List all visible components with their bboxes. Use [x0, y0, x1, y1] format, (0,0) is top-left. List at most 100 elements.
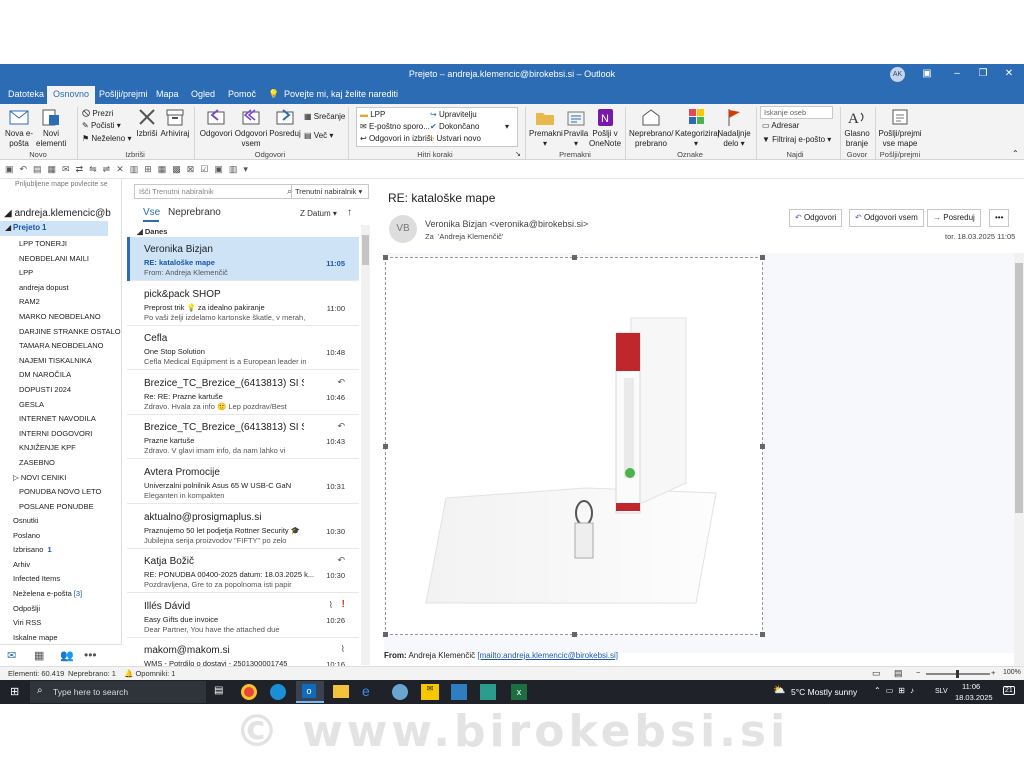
zoom-out-icon[interactable]: − — [916, 668, 920, 677]
folder-item[interactable]: LPP — [19, 268, 33, 277]
reply-action-button[interactable]: ↶ Odgovori — [789, 209, 843, 227]
sort-dropdown[interactable]: Z Datum ▾ — [300, 209, 337, 218]
tab-folder[interactable]: Mapa — [156, 89, 179, 99]
language-indicator[interactable]: SLV — [935, 688, 948, 695]
search-box[interactable]: Išči Trenutni nabiralnik ⌕ — [134, 184, 301, 199]
clean-up-button[interactable]: ✎ Počisti ▾ — [82, 121, 121, 130]
dialog-launcher-icon[interactable]: ↘ — [515, 150, 521, 158]
inbox-folder[interactable]: ◢ Prejeto 1 — [0, 221, 108, 236]
resize-handle[interactable] — [760, 444, 765, 449]
sender-name[interactable]: Veronika Bizjan <veronika@birokebsi.si> — [425, 219, 588, 229]
edge-icon[interactable] — [270, 684, 286, 700]
ribbon-display-icon[interactable]: ▣ — [920, 68, 934, 79]
outlook-taskbar-button[interactable]: o — [296, 681, 324, 703]
account-avatar[interactable]: AK — [890, 67, 905, 82]
resize-handle[interactable] — [383, 632, 388, 637]
clock-date[interactable]: 18.03.2025 — [955, 693, 993, 702]
folder-item[interactable]: MARKO NEOBDELANO — [19, 312, 101, 321]
quickstep-manager[interactable]: ↪ Upravitelju — [430, 110, 477, 119]
quickstep-done[interactable]: ✔ Dokončano — [430, 122, 479, 131]
app-window-icon[interactable] — [451, 684, 467, 700]
minimize-icon[interactable]: – — [950, 68, 964, 79]
ignore-button[interactable]: 🛇 Prezri — [82, 108, 113, 122]
folder-item[interactable]: ▷ NOVI CENIKI — [13, 473, 66, 482]
close-icon[interactable]: ✕ — [1002, 68, 1016, 79]
folder-item[interactable]: INTERNET NAVODILA — [19, 414, 96, 423]
folder-item[interactable]: ZASEBNO — [19, 458, 55, 467]
folder-item[interactable]: Poslano — [13, 531, 40, 540]
more-actions-button[interactable]: ••• — [989, 209, 1010, 227]
normal-view-icon[interactable]: ▭ — [872, 668, 881, 679]
tell-me-box[interactable]: Povejte mi, kaj želite narediti — [284, 89, 398, 99]
tab-file[interactable]: Datoteka — [8, 89, 44, 99]
scrollbar-thumb[interactable] — [362, 235, 369, 265]
folder-item[interactable]: Infected Items — [13, 574, 60, 583]
folder-item[interactable]: Odpošlji — [13, 604, 40, 613]
tab-view[interactable]: Ogled — [191, 89, 215, 99]
zoom-slider[interactable] — [926, 670, 990, 678]
zoom-in-icon[interactable]: + — [991, 668, 995, 677]
message-row[interactable]: aktualno@prosigmaplus.si Praznujemo 50 le… — [127, 505, 359, 549]
delete-button[interactable]: Izbriši — [135, 107, 159, 139]
folder-item[interactable]: TAMARA NEOBDELANO — [19, 341, 103, 350]
reply-all-action-button[interactable]: ↶ Odgovori vsem — [849, 209, 924, 227]
new-items-button[interactable]: Novi elementi — [36, 107, 66, 149]
message-row[interactable]: Avtera Promocije Univerzalni polnilnik As… — [127, 460, 359, 504]
filter-email-button[interactable]: ▼ Filtriraj e-pošto ▾ — [762, 135, 831, 144]
tab-help[interactable]: Pomoč — [228, 89, 256, 99]
quickstep-create-new[interactable]: ϟ Ustvari novo — [430, 134, 481, 143]
folder-item[interactable]: Viri RSS — [13, 618, 41, 627]
folder-item[interactable]: RAM2 — [19, 297, 40, 306]
gallery-more-icon[interactable]: ▾ — [505, 122, 509, 131]
zoom-slider-thumb[interactable] — [956, 670, 959, 678]
tab-home[interactable]: Osnovno — [47, 86, 96, 104]
folder-item[interactable]: NAJEMI TISKALNIKA — [19, 356, 92, 365]
product-image[interactable] — [383, 255, 765, 637]
reading-view-icon[interactable]: ▤ — [894, 668, 903, 679]
quickstep-lpp[interactable]: ▬ LPP — [360, 110, 385, 119]
folder-item[interactable]: Neželena e-pošta [3] — [13, 589, 82, 598]
app-window-icon-2[interactable] — [480, 684, 496, 700]
meeting-button[interactable]: ▦ Srečanje — [304, 112, 345, 121]
notification-center-icon[interactable]: 21 — [1003, 686, 1015, 695]
folder-item[interactable]: DARJINE STRANKE OSTALO — [19, 327, 121, 336]
message-row[interactable]: Brezice_TC_Brezice_(6413813) SI Slo... Re… — [127, 371, 359, 415]
folder-item[interactable]: GESLA — [19, 400, 44, 409]
folder-item[interactable]: DOPUSTI 2024 — [19, 385, 71, 394]
people-module-icon[interactable]: 👥 — [60, 649, 74, 662]
quickstep-email-manager[interactable]: ✉ E-poštno sporo... — [360, 122, 430, 131]
resize-handle[interactable] — [760, 632, 765, 637]
search-input[interactable]: Išči Trenutni nabiralnik — [139, 187, 214, 196]
unread-read-button[interactable]: Neprebrano/ prebrano — [629, 107, 673, 149]
read-aloud-button[interactable]: A Glasno branje — [843, 107, 871, 149]
mail-module-icon[interactable]: ✉ — [7, 649, 16, 662]
reading-pane-scrollbar[interactable] — [1014, 253, 1024, 667]
account-name[interactable]: ◢ andreja.klemencic@b — [4, 208, 111, 219]
forward-button[interactable]: Posreduj — [269, 107, 301, 139]
filter-unread-tab[interactable]: Neprebrano — [168, 207, 221, 218]
folder-item[interactable]: KNJIŽENJE KPF — [19, 443, 76, 452]
task-view-icon[interactable]: ▤ — [214, 685, 223, 696]
app-icon[interactable] — [392, 684, 408, 700]
windows-start-icon[interactable]: ⊞ — [10, 685, 19, 698]
message-row[interactable]: makom@makom.si WMS - Potrdilo o dostavi -… — [127, 638, 359, 667]
scrollbar-thumb[interactable] — [1015, 263, 1023, 513]
send-receive-all-button[interactable]: Pošlji/prejmi vse mape — [878, 107, 922, 149]
mailto-link[interactable]: [mailto:andreja.klemencic@birokebsi.si] — [477, 651, 618, 660]
reply-all-button[interactable]: Odgovori vsem — [234, 107, 268, 149]
folder-item[interactable]: Izbrisano 1 — [13, 545, 52, 554]
excel-icon[interactable]: x — [511, 684, 527, 700]
file-explorer-icon[interactable] — [333, 685, 349, 698]
message-row[interactable]: pick&pack SHOP Preprost trik 💡 za idealno… — [127, 282, 359, 326]
more-respond-button[interactable]: ▤ Več ▾ — [304, 131, 333, 140]
folder-item[interactable]: PONUDBA NOVO LETO — [19, 487, 101, 496]
junk-button[interactable]: ⚑ Neželeno ▾ — [82, 134, 131, 143]
message-row[interactable]: Veronika Bizjan RE: kataloške mape From: A… — [127, 237, 359, 281]
weather-text[interactable]: 5°C Mostly sunny — [791, 687, 857, 697]
more-modules-icon[interactable]: ••• — [84, 648, 97, 662]
chrome-icon[interactable] — [241, 684, 257, 700]
folder-item[interactable]: andreja dopust — [19, 283, 69, 292]
clock-time[interactable]: 11:06 — [962, 682, 980, 691]
calendar-module-icon[interactable]: ▦ — [34, 649, 44, 662]
resize-handle[interactable] — [383, 444, 388, 449]
